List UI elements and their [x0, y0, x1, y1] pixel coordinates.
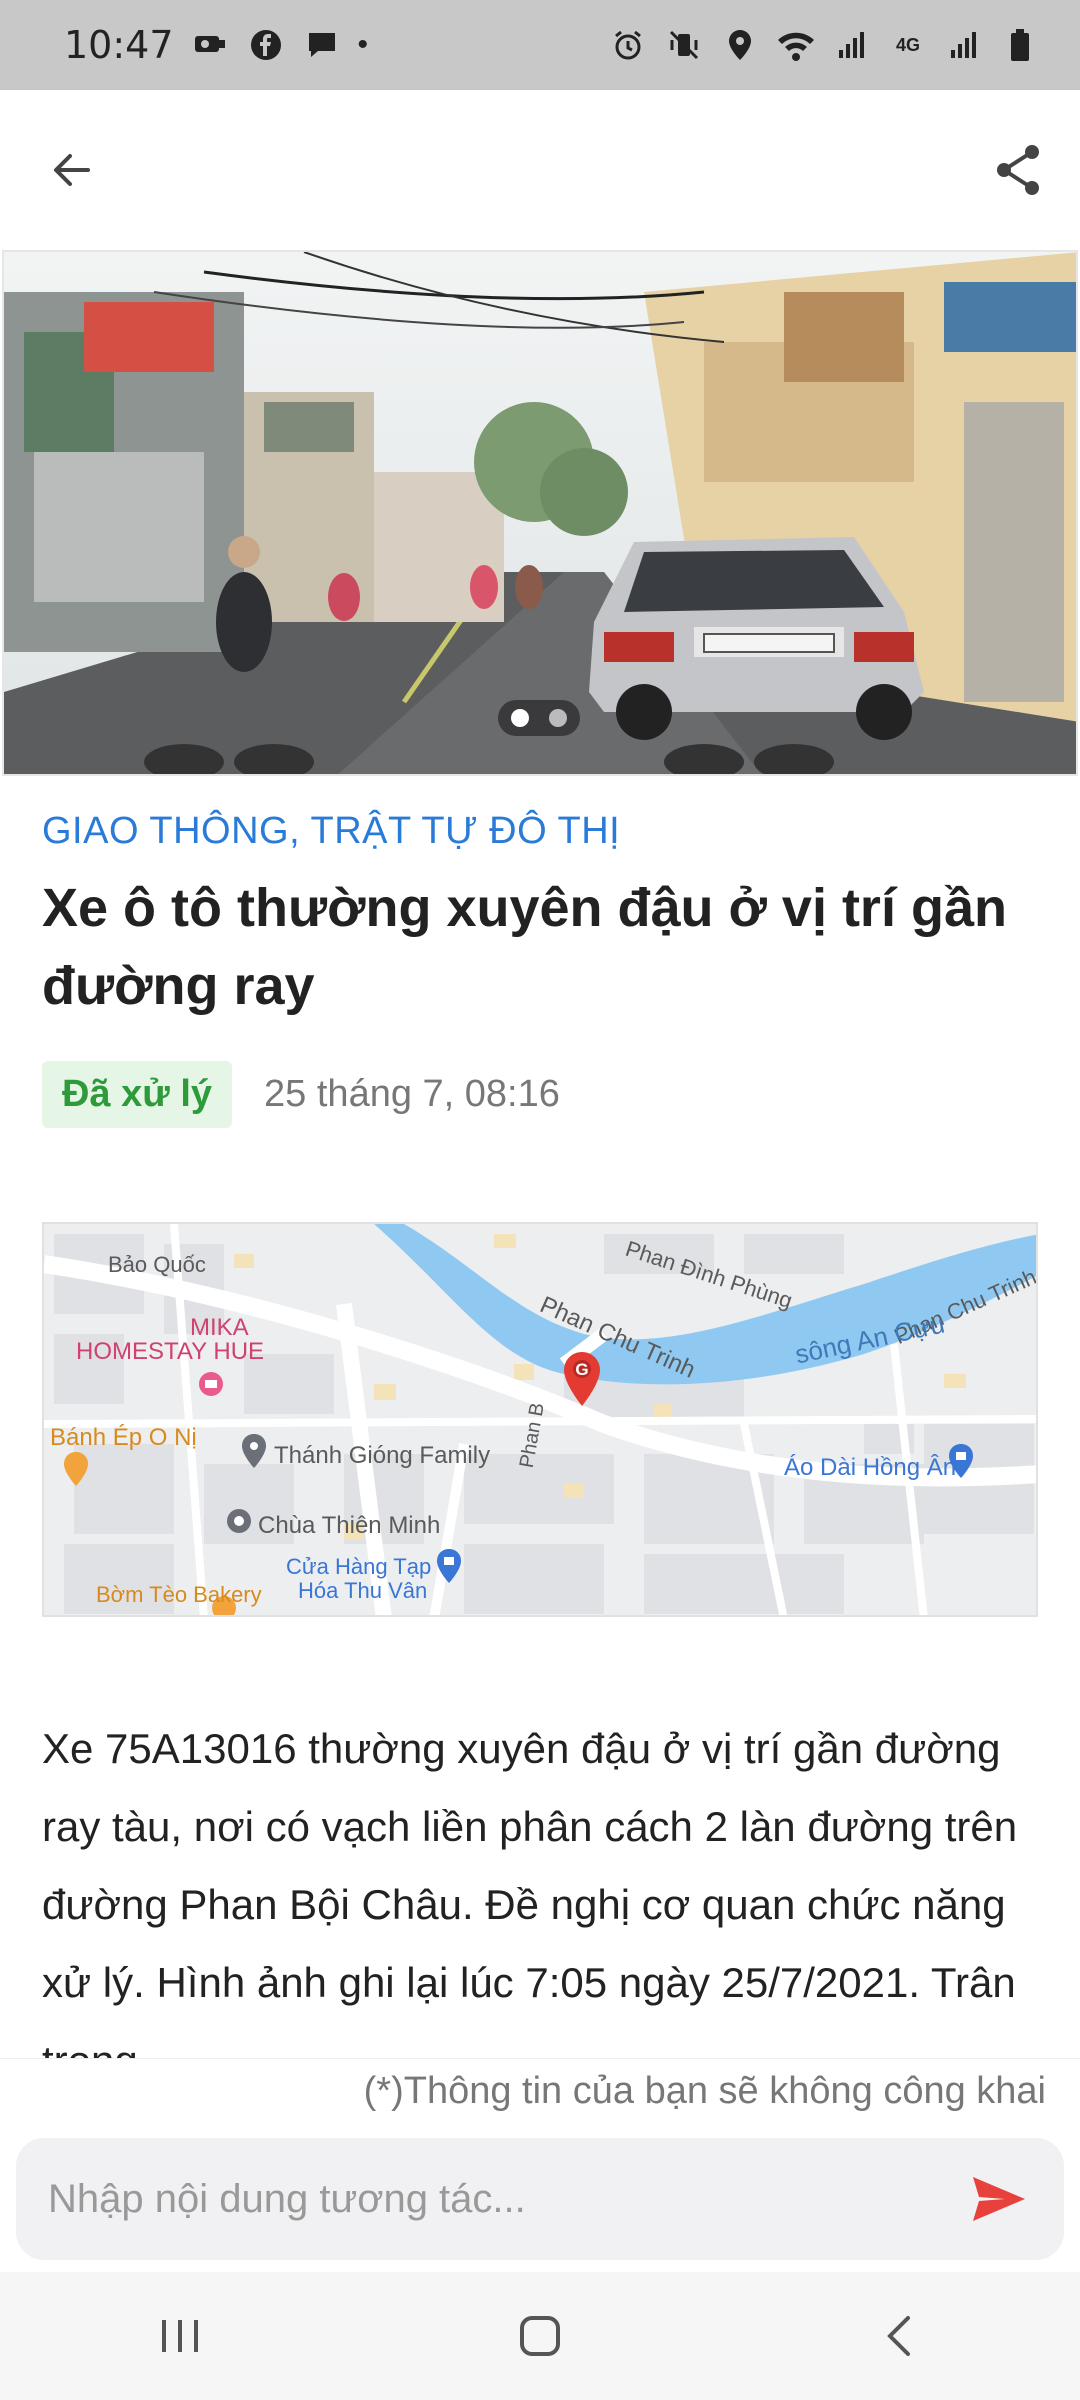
post-body: Xe 75A13016 thường xuyên đậu ở vị trí gầ… [42, 1725, 1018, 2084]
map-label-mika-2: HOMESTAY HUE [76, 1338, 265, 1365]
map-label-bao-quoc: Bảo Quốc [108, 1252, 206, 1277]
map-label-cua-hang-2: Hóa Thu Vân [298, 1578, 428, 1603]
privacy-note: (*)Thông tin của bạn sẽ không công khai [363, 2070, 1046, 2112]
map-label-thanh-giong: Thánh Gióng Family [274, 1442, 491, 1469]
back-button[interactable] [32, 130, 112, 210]
battery-icon [1000, 25, 1040, 65]
nav-back-icon [887, 2316, 910, 2356]
status-time: 10:47 [64, 23, 174, 67]
alarm-icon [608, 25, 648, 65]
arrow-left-icon [54, 154, 90, 186]
app-header [0, 90, 1080, 250]
svg-text:G: G [575, 1360, 588, 1379]
status-badge: Đã xử lý [42, 1061, 233, 1128]
comment-input[interactable] [46, 2175, 964, 2223]
4g-icon: 4G [895, 34, 920, 55]
poi-temple-icon [227, 1509, 251, 1533]
nav-back-button[interactable] [860, 2296, 940, 2376]
post-date: 25 tháng 7, 08:16 [264, 1073, 560, 1115]
home-button[interactable] [500, 2296, 580, 2376]
street-photo [4, 252, 1076, 774]
map-label-cua-hang-1: Cửa Hàng Tạp [286, 1554, 432, 1579]
cctv-icon [190, 25, 230, 65]
poi-pink-icon [199, 1372, 223, 1396]
signal-icon [832, 25, 872, 65]
vibrate-icon [664, 25, 704, 65]
carousel-dot-2[interactable] [549, 709, 567, 727]
system-nav-bar [0, 2272, 1080, 2400]
status-bar: 10:47 • 4G [0, 0, 1080, 90]
map-label-banh-ep: Bánh Ép O Nị [50, 1424, 197, 1451]
facebook-icon [246, 25, 286, 65]
post-title: Xe ô tô thường xuyên đậu ở vị trí gần đư… [42, 878, 1007, 1016]
map-label-ao-dai: Áo Dài Hồng Ân [784, 1454, 957, 1481]
home-icon [520, 2316, 560, 2356]
location-icon [720, 25, 760, 65]
send-icon [973, 2177, 1025, 2221]
post-category[interactable]: GIAO THÔNG, TRẬT TỰ ĐÔ THỊ [42, 810, 1042, 853]
signal-icon-2 [944, 25, 984, 65]
recent-apps-icon [162, 2320, 198, 2352]
share-button[interactable] [978, 130, 1058, 210]
comment-bar [16, 2138, 1064, 2260]
message-icon [302, 25, 342, 65]
post-content: GIAO THÔNG, TRẬT TỰ ĐÔ THỊ Xe ô tô thườn… [42, 810, 1042, 1128]
share-icon [997, 145, 1039, 195]
carousel-dot-1[interactable] [511, 709, 529, 727]
location-map[interactable]: G Bảo Quốc Phan Đình Phùng Phan Chu Trin… [42, 1222, 1038, 1617]
map-label-chua-thien-minh: Chùa Thiên Minh [258, 1512, 441, 1539]
send-button[interactable] [964, 2164, 1034, 2234]
status-right: 4G [608, 25, 1040, 65]
wifi-icon [776, 25, 816, 65]
status-left: 10:47 • [64, 23, 368, 67]
notification-dot: • [357, 28, 369, 61]
photo-carousel[interactable] [2, 250, 1078, 776]
map-label-bom-teo: Bờm Tèo Bakery [96, 1582, 262, 1607]
carousel-dots [498, 700, 580, 736]
recent-apps-button[interactable] [140, 2296, 220, 2376]
post-meta: Đã xử lý 25 tháng 7, 08:16 [42, 1061, 1042, 1128]
